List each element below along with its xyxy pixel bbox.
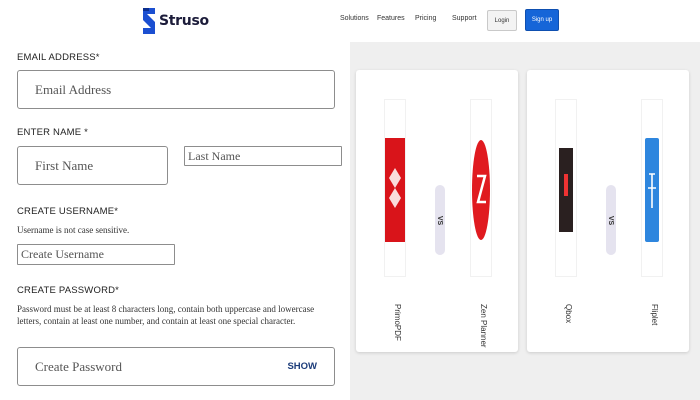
last-name-field[interactable]: Last Name xyxy=(184,146,342,166)
password-placeholder: Create Password xyxy=(35,358,123,374)
name-label: ENTER NAME * xyxy=(17,127,89,138)
show-password-toggle[interactable]: SHOW xyxy=(287,361,317,372)
email-label: EMAIL ADDRESS* xyxy=(17,52,100,63)
product-column-left xyxy=(384,99,406,277)
login-button[interactable]: Login xyxy=(487,10,517,31)
password-label: CREATE PASSWORD* xyxy=(17,285,120,296)
signup-button[interactable]: Sign up xyxy=(525,9,559,31)
vs-badge: VS xyxy=(606,185,616,255)
product-name-left[interactable]: Qbox xyxy=(564,304,573,323)
top-navbar: Struso Solutions Features Pricing Suppor… xyxy=(0,0,700,42)
product-column-right xyxy=(641,99,663,277)
struso-logo-icon xyxy=(143,8,155,34)
product-name-right[interactable]: Fliplet xyxy=(650,304,659,325)
comparison-card-2[interactable]: VS Qbox Fliplet xyxy=(527,70,689,352)
primopdf-logo-icon xyxy=(385,138,405,242)
nav-support[interactable]: Support xyxy=(452,15,477,22)
first-name-field[interactable]: First Name xyxy=(17,146,168,185)
username-label: CREATE USERNAME* xyxy=(17,206,119,217)
zenplanner-logo-icon xyxy=(471,138,491,242)
fliplet-logo-icon xyxy=(645,138,659,242)
product-column-right xyxy=(470,99,492,277)
signup-form: EMAIL ADDRESS* Email Address ENTER NAME … xyxy=(0,42,350,400)
product-column-left xyxy=(555,99,577,277)
comparison-card-1[interactable]: VS PrimoPDF Zen Planner xyxy=(356,70,518,352)
nav-solutions[interactable]: Solutions xyxy=(340,15,369,22)
email-field[interactable]: Email Address xyxy=(17,70,335,109)
username-field[interactable]: Create Username xyxy=(17,244,175,265)
password-field[interactable]: Create Password SHOW xyxy=(17,347,335,386)
vs-badge: VS xyxy=(435,185,445,255)
nav-pricing[interactable]: Pricing xyxy=(415,15,436,22)
username-help-text: Username is not case sensitive. xyxy=(17,225,130,235)
product-name-right[interactable]: Zen Planner xyxy=(479,304,488,348)
password-help-text: Password must be at least 8 characters l… xyxy=(17,304,315,326)
brand-name: Struso xyxy=(159,13,209,29)
qbox-logo-icon xyxy=(559,148,573,232)
nav-features[interactable]: Features xyxy=(377,15,405,22)
product-name-left[interactable]: PrimoPDF xyxy=(393,304,402,341)
brand-logo[interactable]: Struso xyxy=(141,8,209,34)
comparison-panel: VS PrimoPDF Zen Planner VS Qbox Fliplet xyxy=(350,42,700,400)
